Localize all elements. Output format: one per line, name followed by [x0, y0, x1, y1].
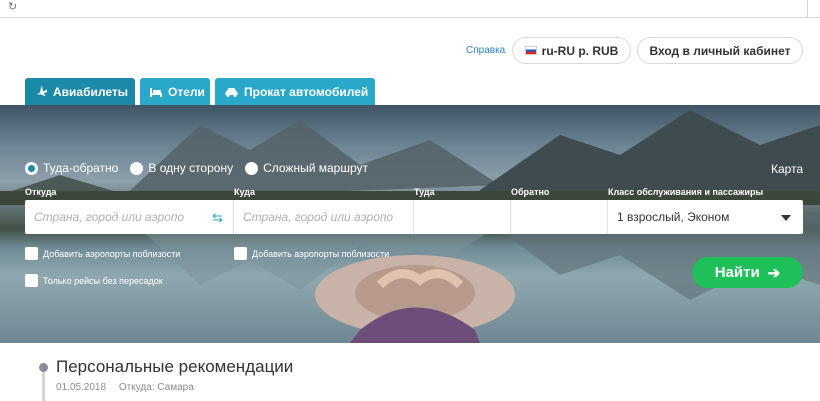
recommendations-title: Персональные рекомендации — [56, 357, 294, 376]
depart-label: Туда — [414, 187, 435, 197]
address-bar: ↻ — [0, 0, 820, 18]
to-label: Куда — [234, 187, 255, 197]
url-field[interactable] — [0, 0, 808, 18]
search-form: Страна, город или аэропорт ⇆ Страна, гор… — [25, 200, 803, 234]
tab-car-rental-label: Прокат автомобилей — [244, 84, 369, 99]
recommendations-meta: 01.05.2018 Откуда: Самара — [56, 382, 204, 393]
airplane-icon — [36, 85, 47, 96]
to-input[interactable]: Страна, город или аэропорт — [234, 200, 414, 234]
car-icon — [225, 87, 238, 97]
class-passengers-value: 1 взрослый, Эконом — [617, 210, 730, 224]
trip-roundtrip-label: Туда-обратно — [43, 161, 119, 175]
trip-multicity-label: Сложный маршрут — [263, 161, 369, 175]
arrow-right-icon: ➔ — [767, 264, 781, 282]
timeline-dot-icon — [39, 363, 48, 372]
checkbox-icon — [25, 247, 38, 260]
class-passengers-select[interactable]: 1 взрослый, Эконом — [608, 200, 803, 234]
trip-multicity-radio[interactable]: Сложный маршрут — [245, 161, 368, 175]
trip-oneway-label: В одну сторону — [148, 161, 234, 175]
checkbox-icon — [234, 247, 247, 260]
help-link[interactable]: Справка — [466, 45, 505, 56]
language-currency-button[interactable]: ru-RU р. RUB — [512, 37, 631, 64]
to-placeholder: Страна, город или аэропорт — [243, 210, 393, 224]
login-label: Вход в личный кабинет — [649, 43, 791, 58]
reload-icon[interactable]: ↻ — [8, 0, 17, 13]
woman-with-hat-photo — [315, 255, 515, 343]
tab-flights-label: Авиабилеты — [53, 84, 128, 99]
russia-flag-icon — [524, 46, 537, 55]
radio-icon — [130, 161, 144, 175]
from-placeholder: Страна, город или аэропорт — [34, 210, 184, 224]
trip-roundtrip-radio[interactable]: Туда-обратно — [25, 161, 118, 175]
tab-hotels-label: Отели — [168, 84, 205, 99]
trip-oneway-radio[interactable]: В одну сторону — [130, 161, 233, 175]
tab-flights[interactable]: Авиабилеты — [25, 78, 135, 105]
radio-selected-icon — [25, 161, 38, 175]
recommendation-date: 01.05.2018 — [56, 382, 107, 393]
return-date-input[interactable] — [511, 200, 608, 234]
radio-icon — [245, 161, 259, 175]
bed-icon — [150, 87, 162, 97]
map-link[interactable]: Карта — [771, 162, 803, 176]
tab-car-rental[interactable]: Прокат автомобилей — [215, 78, 375, 105]
class-label: Класс обслуживания и пассажиры — [608, 187, 764, 197]
search-button[interactable]: Найти ➔ — [692, 257, 803, 288]
swap-icon[interactable]: ⇆ — [212, 210, 223, 226]
search-button-label: Найти — [714, 264, 760, 281]
login-button[interactable]: Вход в личный кабинет — [637, 37, 803, 64]
depart-date-input[interactable] — [414, 200, 511, 234]
direct-only-checkbox[interactable]: Только рейсы без пересадок — [25, 274, 163, 287]
return-label: Обратно — [511, 187, 550, 197]
trip-type-selector: Туда-обратно В одну сторону Сложный марш… — [25, 161, 380, 175]
nearby-to-checkbox[interactable]: Добавить аэропорты поблизости — [234, 247, 389, 260]
tab-hotels[interactable]: Отели — [140, 78, 210, 105]
direct-only-label: Только рейсы без пересадок — [43, 275, 163, 286]
nearby-to-label: Добавить аэропорты поблизости — [252, 248, 390, 259]
checkbox-icon — [25, 274, 38, 287]
language-currency-label: ru-RU р. RUB — [541, 43, 619, 58]
chevron-down-icon — [781, 215, 791, 221]
hero-banner: Туда-обратно В одну сторону Сложный марш… — [0, 105, 820, 343]
recommendation-origin: Откуда: Самара — [118, 382, 194, 393]
nearby-from-checkbox[interactable]: Добавить аэропорты поблизости — [25, 247, 180, 260]
from-input[interactable]: Страна, город или аэропорт — [25, 200, 234, 234]
nearby-from-label: Добавить аэропорты поблизости — [43, 248, 181, 259]
from-label: Откуда — [25, 187, 57, 197]
